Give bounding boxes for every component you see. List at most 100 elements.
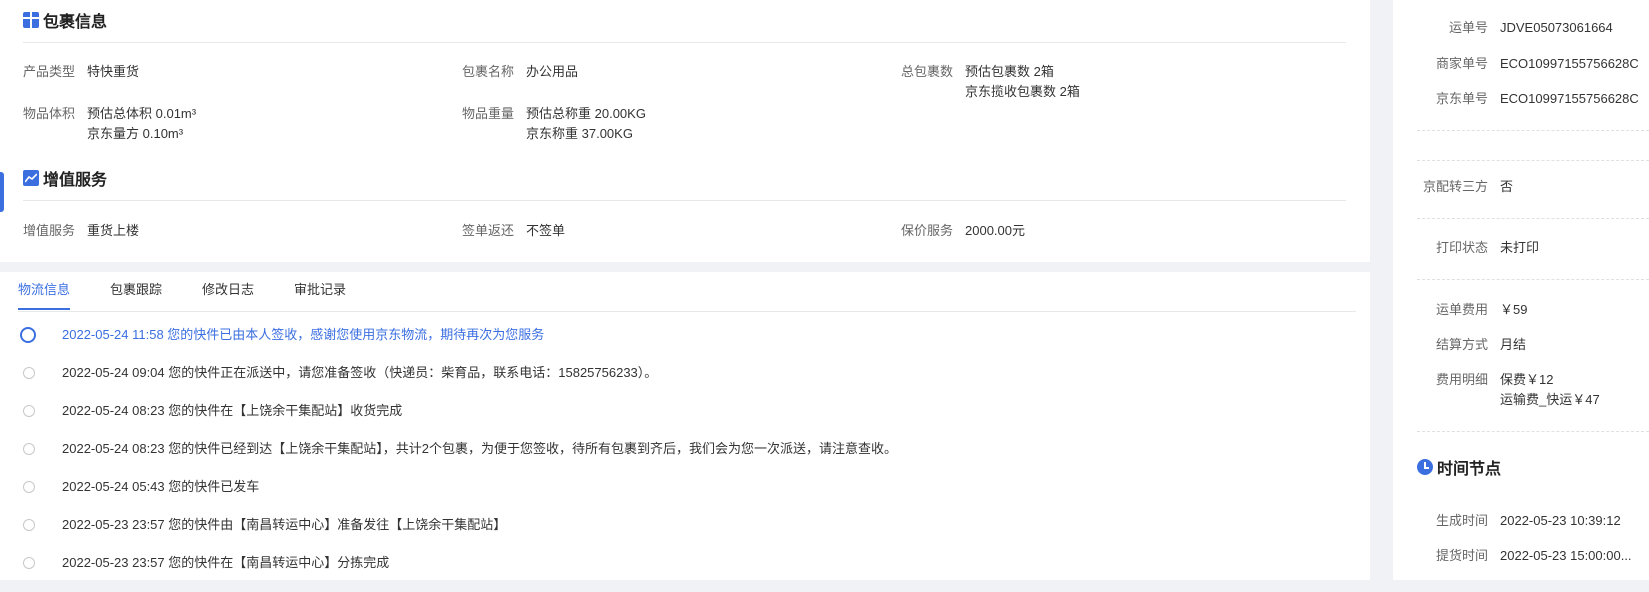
row-value: 否 bbox=[1500, 179, 1514, 194]
estimated-weight: 预估总称重 20.00KG bbox=[526, 106, 646, 121]
tab-underline bbox=[18, 311, 1356, 312]
divider bbox=[1417, 160, 1649, 161]
timeline-dot-current bbox=[20, 327, 36, 343]
timeline-dot bbox=[23, 519, 35, 531]
timeline-text: 2022-05-24 09:04 您的快件正在派送中，请您准备签收（快递员：柴育… bbox=[62, 365, 658, 380]
field-value: 办公用品 bbox=[526, 64, 579, 79]
timeline-item: 2022-05-23 23:57 您的快件在【南昌转运中心】分拣完成 bbox=[20, 554, 897, 592]
field-label: 总包裹数 bbox=[901, 64, 954, 79]
created-time-row: 生成时间 2022-05-23 10:39:12 bbox=[1393, 511, 1649, 531]
divider bbox=[1417, 431, 1649, 432]
package-info-heading: 包裹信息 bbox=[23, 8, 107, 32]
row-value: ECO10997155756628C bbox=[1500, 91, 1639, 106]
volume-field: 物品体积 预估总体积 0.01m³ 京东量方 0.10m³ bbox=[23, 104, 196, 144]
divider bbox=[23, 200, 1346, 201]
divider bbox=[23, 42, 1346, 43]
timeline-item: 2022-05-23 23:57 您的快件由【南昌转运中心】准备发往【上饶余干集… bbox=[20, 516, 897, 554]
tab-change-log[interactable]: 修改日志 bbox=[202, 280, 254, 310]
side-collapse-handle[interactable] bbox=[0, 172, 4, 212]
field-label: 保价服务 bbox=[901, 223, 954, 238]
row-label: 京配转三方 bbox=[1422, 179, 1488, 194]
fee-detail-row: 费用明细 保费￥12 运输费_快运￥47 bbox=[1393, 370, 1649, 410]
timeline-text: 2022-05-23 23:57 您的快件由【南昌转运中心】准备发往【上饶余干集… bbox=[62, 517, 507, 532]
field-label: 产品类型 bbox=[23, 64, 76, 79]
product-type-field: 产品类型 特快重货 bbox=[23, 62, 139, 82]
field-label: 增值服务 bbox=[23, 223, 76, 238]
field-label: 签单返还 bbox=[462, 223, 515, 238]
timeline-dot bbox=[23, 557, 35, 569]
divider bbox=[1417, 279, 1649, 280]
timeline-text: 2022-05-24 05:43 您的快件已发车 bbox=[62, 479, 260, 494]
jd-no-row: 京东单号 ECO10997155756628C bbox=[1393, 89, 1649, 109]
field-value: 预估总称重 20.00KG 京东称重 37.00KG bbox=[526, 104, 646, 144]
package-info-panel: 包裹信息 产品类型 特快重货 包裹名称 办公用品 总包裹数 预估包裹数 2箱 京… bbox=[0, 0, 1370, 262]
field-label: 物品体积 bbox=[23, 106, 76, 121]
row-label: 商家单号 bbox=[1435, 56, 1488, 71]
row-value: ￥59 bbox=[1500, 302, 1528, 317]
row-label: 生成时间 bbox=[1435, 513, 1488, 528]
waybill-row: 运单号 JDVE05073061664 bbox=[1393, 18, 1649, 38]
row-label: 费用明细 bbox=[1435, 372, 1488, 387]
field-value: 预估包裹数 2箱 京东揽收包裹数 2箱 bbox=[965, 62, 1080, 102]
receipt-return-field: 签单返还 不签单 bbox=[462, 221, 565, 241]
row-value: 月结 bbox=[1500, 337, 1527, 352]
row-label: 结算方式 bbox=[1435, 337, 1488, 352]
field-value: 特快重货 bbox=[87, 64, 140, 79]
field-value: 重货上楼 bbox=[87, 223, 140, 238]
timeline-item: 2022-05-24 08:23 您的快件在【上饶余干集配站】收货完成 bbox=[20, 402, 897, 440]
timeline-item: 2022-05-24 09:04 您的快件正在派送中，请您准备签收（快递员：柴育… bbox=[20, 364, 897, 402]
value-added-heading: 增值服务 bbox=[23, 166, 107, 190]
tab-logistics[interactable]: 物流信息 bbox=[18, 280, 71, 310]
timeline-text: 2022-05-24 08:23 您的快件已经到达【上饶余干集配站】，共计2个包… bbox=[62, 441, 897, 456]
tab-bar: 物流信息 包裹跟踪 修改日志 审批记录 bbox=[18, 280, 386, 310]
trend-icon bbox=[23, 170, 39, 186]
third-party-row: 京配转三方 否 bbox=[1393, 177, 1649, 197]
row-value: 2022-05-23 10:39:12 bbox=[1500, 513, 1621, 528]
merchant-no-row: 商家单号 ECO10997155756628C bbox=[1393, 54, 1649, 74]
tab-package-tracking[interactable]: 包裹跟踪 bbox=[110, 280, 162, 310]
freight-row: 运单费用 ￥59 bbox=[1393, 300, 1649, 320]
jd-volume: 京东量方 0.10m³ bbox=[87, 126, 184, 141]
tab-approval-records[interactable]: 审批记录 bbox=[294, 280, 346, 310]
timeline-text: 2022-05-24 08:23 您的快件在【上饶余干集配站】收货完成 bbox=[62, 403, 403, 418]
timeline-item: 2022-05-24 08:23 您的快件已经到达【上饶余干集配站】，共计2个包… bbox=[20, 440, 897, 478]
timeline-item: 2022-05-24 05:43 您的快件已发车 bbox=[20, 478, 897, 516]
print-status-row: 打印状态 未打印 bbox=[1393, 238, 1649, 258]
row-label: 运单号 bbox=[1448, 20, 1488, 35]
pickup-time-row: 提货时间 2022-05-23 15:00:00... bbox=[1393, 546, 1649, 566]
transport-fee: 运输费_快运￥47 bbox=[1500, 392, 1600, 407]
package-info-title: 包裹信息 bbox=[43, 14, 108, 31]
timeline-text: 2022-05-23 23:57 您的快件在【南昌转运中心】分拣完成 bbox=[62, 555, 390, 570]
timeline-dot bbox=[23, 481, 35, 493]
order-detail-sidebar: 运单号 JDVE05073061664 商家单号 ECO109971557566… bbox=[1393, 0, 1649, 580]
package-name-field: 包裹名称 办公用品 bbox=[462, 62, 578, 82]
field-value: 2000.00元 bbox=[965, 223, 1026, 238]
estimated-volume: 预估总体积 0.01m³ bbox=[87, 106, 197, 121]
row-value: 未打印 bbox=[1500, 240, 1540, 255]
timeline-item: 2022-05-24 11:58 您的快件已由本人签收，感谢您使用京东物流，期待… bbox=[20, 326, 897, 364]
time-nodes-heading: 时间节点 bbox=[1417, 455, 1501, 479]
weight-field: 物品重量 预估总称重 20.00KG 京东称重 37.00KG bbox=[462, 104, 646, 144]
field-value: 不签单 bbox=[526, 223, 566, 238]
row-value: JDVE05073061664 bbox=[1500, 20, 1613, 35]
insurance-field: 保价服务 2000.00元 bbox=[901, 221, 1025, 241]
settlement-row: 结算方式 月结 bbox=[1393, 335, 1649, 355]
timeline-dot bbox=[23, 367, 35, 379]
time-nodes-title: 时间节点 bbox=[1437, 461, 1502, 478]
field-label: 包裹名称 bbox=[462, 64, 515, 79]
row-label: 提货时间 bbox=[1435, 548, 1488, 563]
row-value: 2022-05-23 15:00:00... bbox=[1500, 548, 1632, 563]
estimated-count: 预估包裹数 2箱 bbox=[965, 64, 1054, 79]
service-field: 增值服务 重货上楼 bbox=[23, 221, 139, 241]
logistics-timeline: 2022-05-24 11:58 您的快件已由本人签收，感谢您使用京东物流，期待… bbox=[20, 326, 897, 592]
jd-weight: 京东称重 37.00KG bbox=[526, 126, 633, 141]
timeline-text: 2022-05-24 11:58 您的快件已由本人签收，感谢您使用京东物流，期待… bbox=[62, 327, 545, 342]
row-label: 打印状态 bbox=[1435, 240, 1488, 255]
row-label: 京东单号 bbox=[1435, 91, 1488, 106]
value-added-title: 增值服务 bbox=[43, 172, 108, 189]
row-value: ECO10997155756628C bbox=[1500, 56, 1639, 71]
row-value: 保费￥12 运输费_快运￥47 bbox=[1500, 370, 1600, 410]
field-value: 预估总体积 0.01m³ 京东量方 0.10m³ bbox=[87, 104, 196, 144]
divider bbox=[1417, 218, 1649, 219]
jd-collected-count: 京东揽收包裹数 2箱 bbox=[965, 84, 1080, 99]
